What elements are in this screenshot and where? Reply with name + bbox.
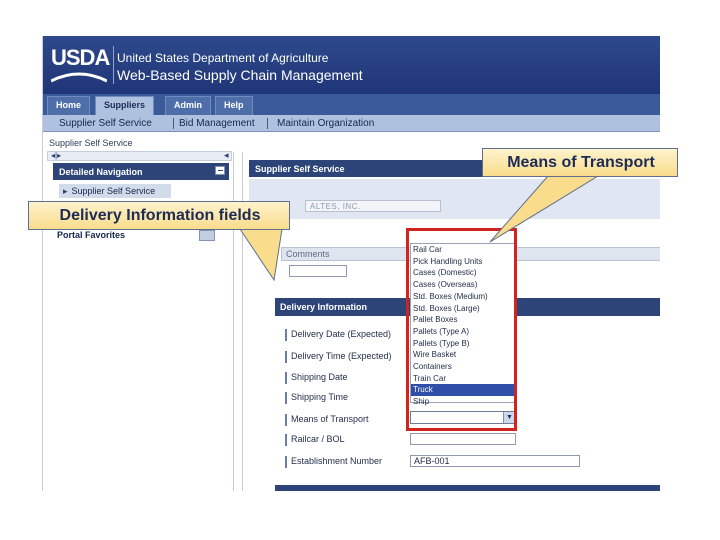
means-of-transport-callout: Means of Transport [482, 148, 678, 177]
comments-label: Comments [286, 249, 330, 259]
tab-home[interactable]: Home [47, 96, 91, 115]
subnav-maintain-organization[interactable]: Maintain Organization [277, 118, 374, 129]
comments-input[interactable] [289, 265, 347, 277]
delivery-date-label: Delivery Date (Expected) [285, 329, 391, 341]
tab-help[interactable]: Help [215, 96, 253, 115]
breadcrumb: Supplier Self Service [49, 138, 133, 148]
subnav-separator [173, 118, 174, 129]
org-name: United States Department of Agriculture [117, 51, 329, 65]
company-field: ALTES, INC. [305, 200, 441, 212]
establishment-number-input[interactable]: AFB-001 [410, 455, 580, 467]
tab-admin[interactable]: Admin [165, 96, 211, 115]
application-window: USDA United States Department of Agricul… [42, 36, 660, 491]
main-info-band [249, 179, 660, 219]
usda-logo: USDA [51, 45, 110, 85]
railcar-bol-input[interactable] [410, 433, 516, 445]
minimize-icon[interactable] [215, 166, 225, 175]
bullet-arrow-icon: ▸ [63, 186, 68, 196]
shipping-date-label: Shipping Date [285, 372, 348, 384]
subnav-supplier-self-service[interactable]: Supplier Self Service [59, 118, 152, 129]
nav-item-label: Supplier Self Service [71, 186, 156, 196]
establishment-number-label: Establishment Number [285, 456, 382, 468]
means-of-transport-label: Means of Transport [285, 414, 369, 426]
usda-banner: USDA United States Department of Agricul… [43, 36, 660, 94]
portal-favorites-menu-button[interactable] [199, 230, 215, 241]
shipping-time-label: Shipping Time [285, 392, 348, 404]
usda-logo-arc [51, 72, 107, 83]
detailed-navigation-header: Detailed Navigation [53, 163, 229, 180]
delivery-information-callout-text: Delivery Information fields [59, 207, 261, 224]
banner-divider [113, 46, 114, 84]
subnav-separator [267, 118, 268, 129]
delivery-information-callout: Delivery Information fields [28, 201, 290, 230]
dropdown-highlight-frame [406, 228, 517, 431]
means-of-transport-callout-text: Means of Transport [507, 154, 655, 171]
railcar-bol-label: Railcar / BOL [285, 434, 345, 446]
secondary-nav: Supplier Self Service Bid Management Mai… [43, 115, 660, 132]
delivery-time-label: Delivery Time (Expected) [285, 351, 392, 363]
nav-item-supplier-self-service[interactable]: ▸ Supplier Self Service [59, 184, 171, 198]
usda-logo-text: USDA [51, 45, 110, 70]
portal-favorites-label: Portal Favorites [57, 230, 126, 240]
history-arrows-icon[interactable]: ◂|▸ [51, 151, 61, 160]
top-tab-bar: Home Suppliers Admin Help [43, 94, 660, 115]
next-section-header [275, 485, 660, 491]
tab-suppliers[interactable]: Suppliers [95, 96, 155, 115]
detailed-navigation-title: Detailed Navigation [59, 167, 143, 177]
collapse-panel-icon[interactable]: ◂ [224, 150, 229, 161]
app-name: Web-Based Supply Chain Management [117, 67, 363, 83]
subnav-bid-management[interactable]: Bid Management [179, 118, 255, 129]
nav-toggle-strip: ◂|▸ [47, 151, 232, 161]
